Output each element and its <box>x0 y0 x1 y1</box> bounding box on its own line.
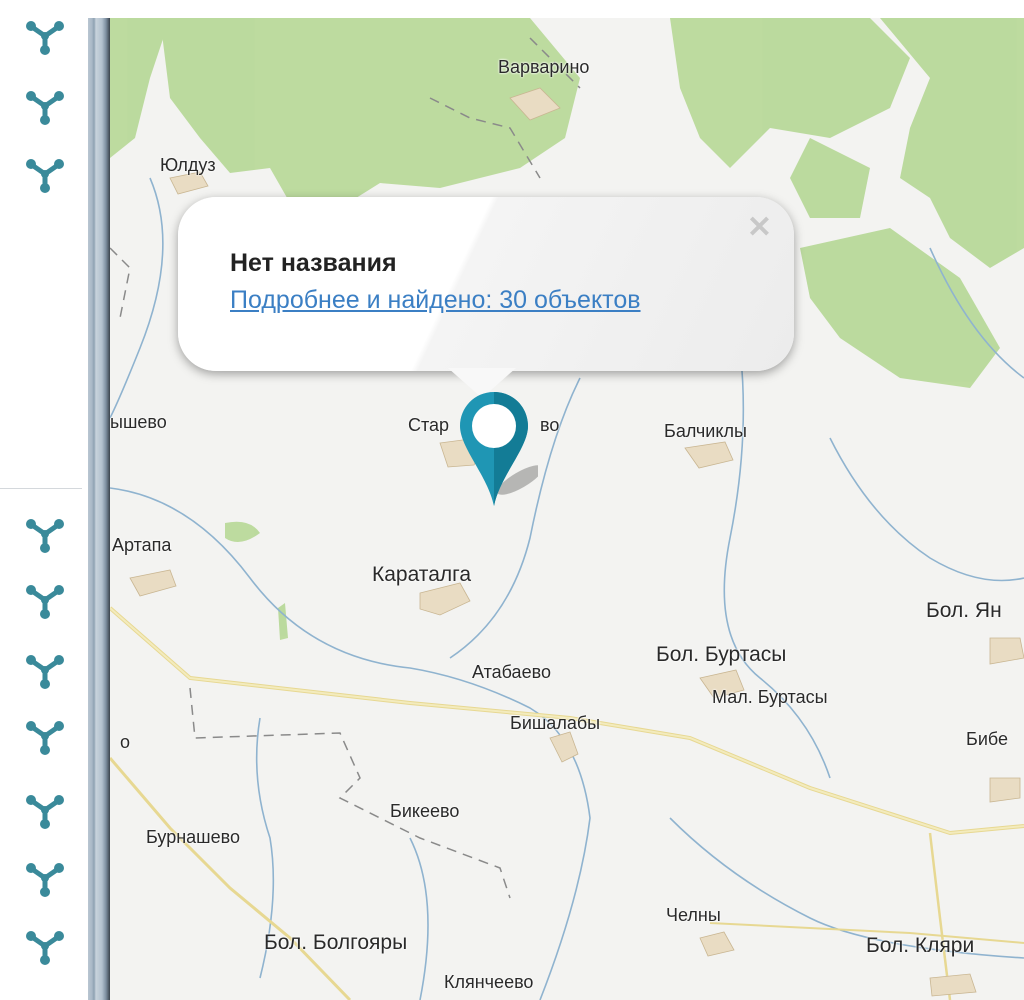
place-label-yulduz: Юлдуз <box>160 155 216 175</box>
panel-splitter[interactable] <box>88 18 110 1000</box>
place-label-atabaevo: Атабаево <box>472 662 551 682</box>
share-node-icon[interactable] <box>24 20 66 56</box>
share-node-icon[interactable] <box>24 862 66 898</box>
share-node-icon[interactable] <box>24 90 66 126</box>
balloon-title: Нет названия <box>230 249 397 277</box>
map-balloon: ✕ Нет названия Подробнее и найдено: 30 о… <box>178 197 794 371</box>
share-node-icon[interactable] <box>24 584 66 620</box>
panel-divider <box>0 488 82 489</box>
place-label-bol-yan: Бол. Ян <box>926 599 1002 622</box>
close-icon[interactable]: ✕ <box>747 213 772 243</box>
place-label-klyancheevo: Клянчеево <box>444 972 534 992</box>
map-view[interactable]: Варварино Юлдуз ышево Стар во Балчиклы Артапа К… <box>110 18 1024 1000</box>
place-label-bol-burtasy: Бол. Буртасы <box>656 643 787 666</box>
place-label-balchikly: Балчиклы <box>664 421 747 441</box>
place-label-vo: во <box>540 415 560 435</box>
share-node-icon[interactable] <box>24 930 66 966</box>
place-label-yshevo: ышево <box>110 412 167 432</box>
share-node-icon[interactable] <box>24 794 66 830</box>
place-label-artapa: Артапа <box>112 535 172 555</box>
place-label-o: о <box>120 732 131 752</box>
place-label-bol-bolgoyary: Бол. Болгояры <box>264 931 408 954</box>
share-node-icon[interactable] <box>24 720 66 756</box>
share-node-icon[interactable] <box>24 158 66 194</box>
place-label-burnashevo: Бурнашево <box>146 827 240 847</box>
place-label-bikeevo: Бикеево <box>390 801 460 821</box>
place-label-varvarino: Варварино <box>498 57 590 77</box>
place-label-star: Стар <box>408 415 450 435</box>
details-link[interactable]: Подробнее и найдено: 30 объектов <box>230 286 641 315</box>
place-label-mal-burtasy: Мал. Буртасы <box>712 687 828 707</box>
share-node-icon[interactable] <box>24 518 66 554</box>
place-label-bishalaby: Бишалабы <box>510 713 601 733</box>
map-base-layer <box>110 18 1024 1000</box>
map-pin-icon[interactable] <box>458 388 538 508</box>
place-label-bol-klyari: Бол. Кляри <box>866 934 975 957</box>
share-node-icon[interactable] <box>24 654 66 690</box>
place-label-chelny: Челны <box>666 905 721 925</box>
place-label-bibe: Бибе <box>966 729 1008 749</box>
left-panel <box>0 0 88 1000</box>
place-label-karatalga: Караталга <box>372 563 472 586</box>
